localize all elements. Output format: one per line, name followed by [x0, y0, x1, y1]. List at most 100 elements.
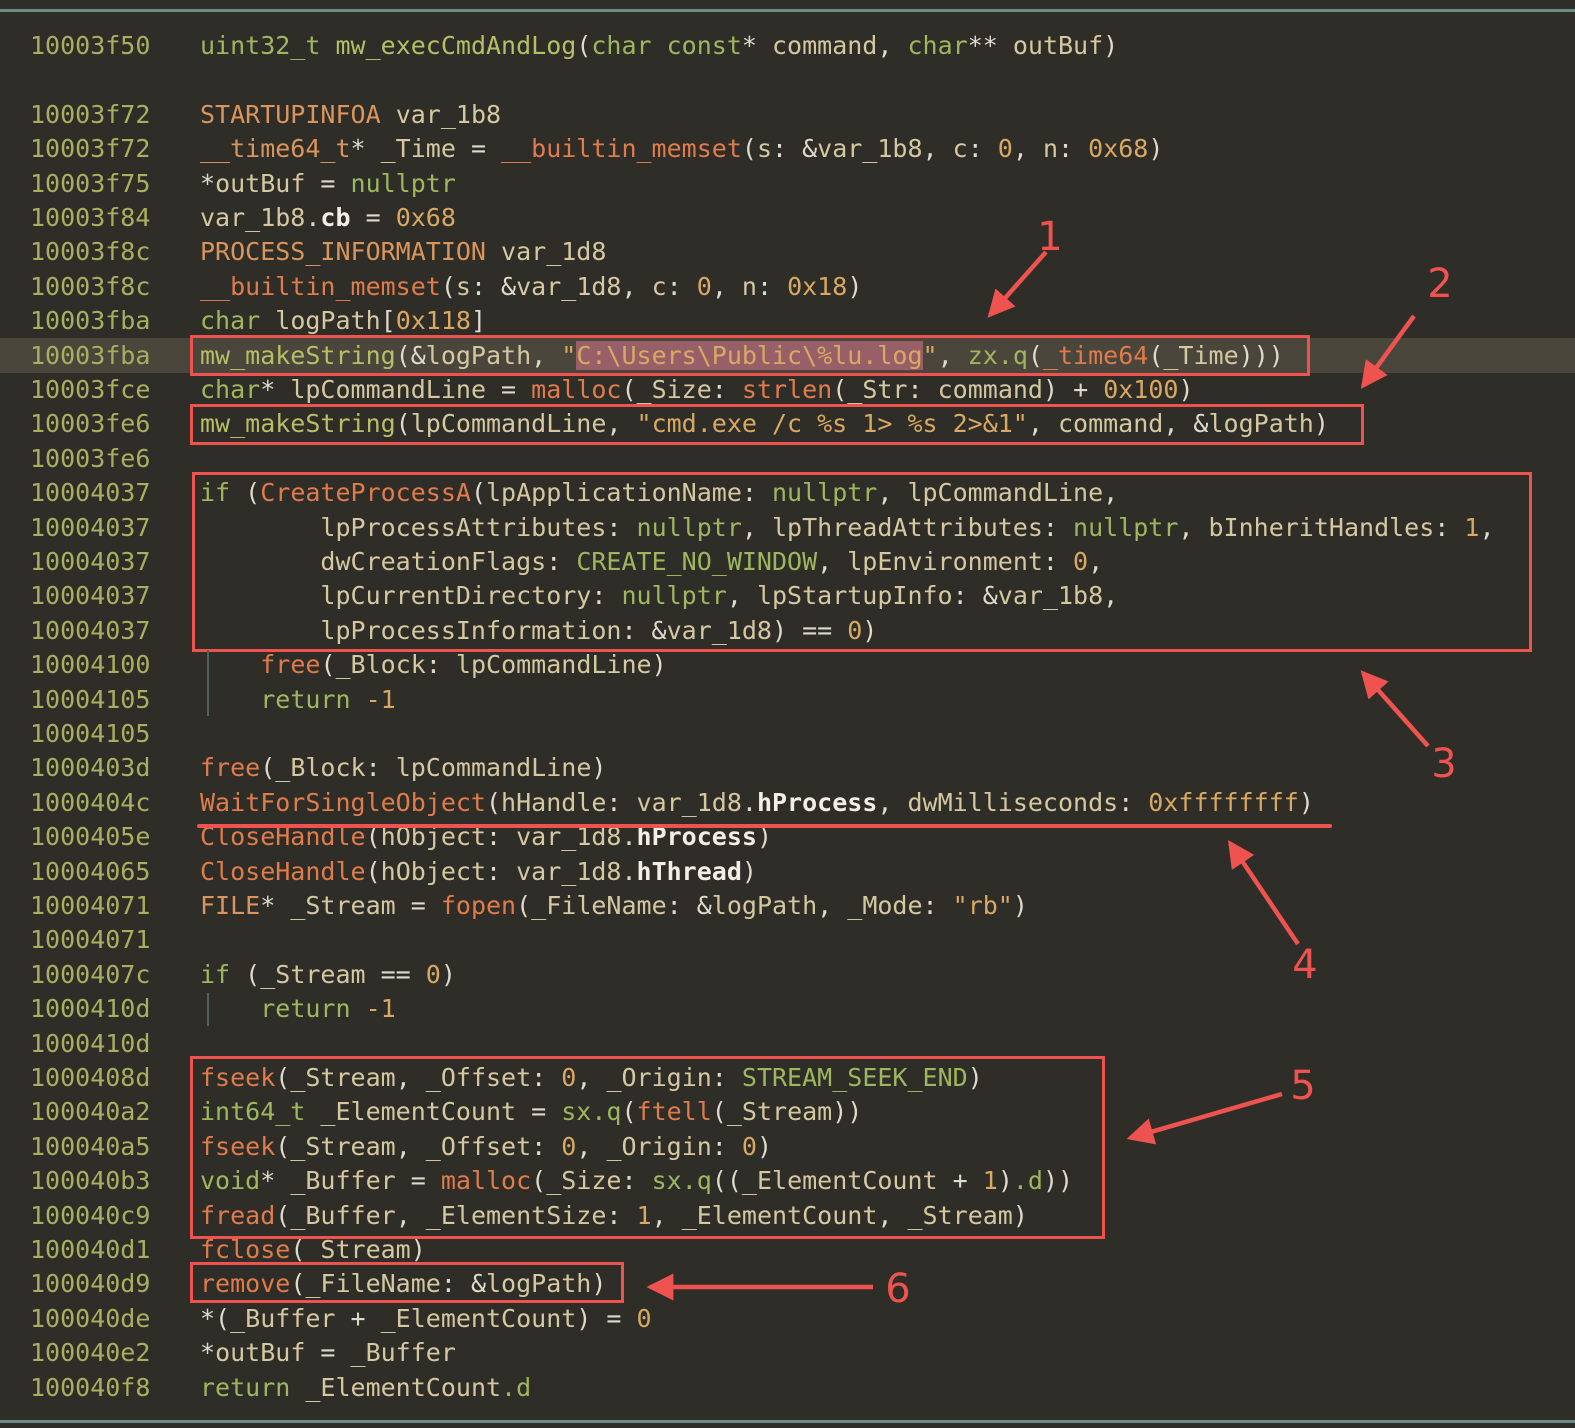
token-pn: : &: [667, 891, 712, 920]
token-num: 0x118: [396, 306, 471, 335]
token-mem: cb: [320, 203, 350, 232]
token-kw: return: [260, 685, 350, 714]
token-var: _Block: [275, 753, 365, 782]
code-line[interactable]: 10003fcechar* lpCommandLine = malloc(_Si…: [0, 372, 1575, 407]
annotation-box: [190, 404, 1364, 445]
code-line[interactable]: 10003fbachar logPath[0x118]: [0, 303, 1575, 338]
code-line[interactable]: 1000410d return -1: [0, 991, 1575, 1026]
token-num: 0: [637, 1304, 652, 1333]
address: 1000405e: [30, 819, 150, 854]
token-pn: :: [908, 375, 938, 404]
token-api: CloseHandle: [200, 857, 366, 886]
token-pn: : &: [772, 134, 817, 163]
token-pn: :: [366, 753, 396, 782]
token-pn: ): [591, 753, 606, 782]
token-var: var_1d8: [516, 857, 621, 886]
token-pn: *: [200, 169, 215, 198]
token-pn: =: [305, 1338, 350, 1367]
token-var: hObject: [381, 857, 486, 886]
address: 10004105: [30, 716, 150, 751]
code-line[interactable]: 100040de*(_Buffer + _ElementCount) = 0: [0, 1301, 1575, 1336]
code-line[interactable]: 10003f50 uint32_t mw_execCmdAndLog(char c…: [0, 28, 1575, 63]
token-fn: mw_execCmdAndLog: [335, 31, 576, 60]
code-text: uint32_t mw_execCmdAndLog(char const* co…: [200, 28, 1118, 63]
token-num: 0x100: [1103, 375, 1178, 404]
code-text: if (_Stream == 0): [200, 957, 456, 992]
address: 10004037: [30, 613, 150, 648]
code-line[interactable]: 10003f8c__builtin_memset(s: &var_1d8, c:…: [0, 269, 1575, 304]
code-line[interactable]: 10003f72__time64_t* _Time = __builtin_me…: [0, 131, 1575, 166]
token-pn: (: [320, 650, 335, 679]
token-pn: ]: [471, 306, 486, 335]
address: 1000410d: [30, 991, 150, 1026]
indent-guide: [207, 650, 209, 716]
code-line[interactable]: [0, 62, 1575, 97]
token-pn: ,: [923, 134, 953, 163]
token-kw: char: [200, 375, 260, 404]
code-text: free(_Block: lpCommandLine): [200, 647, 667, 682]
code-line[interactable]: 1000403dfree(_Block: lpCommandLine): [0, 750, 1575, 785]
code-line[interactable]: 100040e2 *outBuf = _Buffer: [0, 1335, 1575, 1370]
token-var: var_1b8: [200, 203, 305, 232]
token-num: 0x18: [787, 272, 847, 301]
code-line[interactable]: 10004065CloseHandle(hObject: var_1d8.hTh…: [0, 854, 1575, 889]
code-text: *outBuf = _Buffer: [200, 1335, 456, 1370]
token-pn: .: [742, 788, 757, 817]
token-pn: [260, 306, 275, 335]
token-var: command: [772, 31, 877, 60]
code-line[interactable]: 10003f72STARTUPINFOA var_1b8: [0, 97, 1575, 132]
token-mem: hProcess: [757, 788, 877, 817]
token-pn: [200, 650, 260, 679]
token-pn: :: [606, 788, 636, 817]
token-pn: :: [923, 891, 953, 920]
token-api: WaitForSingleObject: [200, 788, 486, 817]
token-pn: [486, 237, 501, 266]
token-pn: *: [260, 891, 290, 920]
token-var: dwMilliseconds: [907, 788, 1118, 817]
token-pn: [381, 100, 396, 129]
decompiler-window: 10003f50 uint32_t mw_execCmdAndLog(char c…: [0, 0, 1575, 1428]
token-pn: :: [968, 134, 998, 163]
token-pn: .: [305, 203, 320, 232]
address: 100040e2: [30, 1335, 150, 1370]
address: 10003fba: [30, 338, 150, 373]
code-text: FILE* _Stream = fopen(_FileName: &logPat…: [200, 888, 1028, 923]
code-line[interactable]: 10003f75*outBuf = nullptr: [0, 166, 1575, 201]
code-line[interactable]: 100040f8return _ElementCount.d: [0, 1370, 1575, 1405]
token-pn: ): [411, 1235, 426, 1264]
token-var: _Size: [637, 375, 712, 404]
token-pn: (: [621, 375, 636, 404]
token-var: _ElementCount: [381, 1304, 577, 1333]
code-line[interactable]: 10003f84var_1b8.cb = 0x68: [0, 200, 1575, 235]
token-pn: ,: [712, 272, 742, 301]
code-line[interactable]: 10004100 free(_Block: lpCommandLine): [0, 647, 1575, 682]
address: 10003f50: [30, 28, 150, 63]
code-line[interactable]: 1000404cWaitForSingleObject(hHandle: var…: [0, 785, 1575, 820]
token-var: n: [1043, 134, 1058, 163]
code-line[interactable]: 10003fe6: [0, 441, 1575, 476]
token-var: _Time: [381, 134, 456, 163]
code-line[interactable]: 10004071: [0, 922, 1575, 957]
token-pn: *: [260, 375, 290, 404]
token-pn: ): [652, 650, 667, 679]
code-text: STARTUPINFOA var_1b8: [200, 97, 501, 132]
token-var: c: [652, 272, 667, 301]
address: 10003f8c: [30, 234, 150, 269]
token-var: var_1b8: [396, 100, 501, 129]
code-line[interactable]: 10004105 return -1: [0, 682, 1575, 717]
code-line[interactable]: 10004105: [0, 716, 1575, 751]
token-num: 0: [998, 134, 1013, 163]
token-pn: (: [260, 753, 275, 782]
annotation-box: [190, 1262, 624, 1303]
token-pn: :: [667, 272, 697, 301]
token-num: 0x68: [1088, 134, 1148, 163]
code-line[interactable]: 10003f8cPROCESS_INFORMATION var_1d8: [0, 234, 1575, 269]
annotation-box: [192, 472, 1532, 652]
address: 100040d9: [30, 1266, 150, 1301]
code-line[interactable]: 1000407cif (_Stream == 0): [0, 957, 1575, 992]
token-pn: =: [396, 891, 441, 920]
code-text: var_1b8.cb = 0x68: [200, 200, 456, 235]
code-line[interactable]: 10004071FILE* _Stream = fopen(_FileName:…: [0, 888, 1575, 923]
token-pn: ): [1013, 891, 1028, 920]
token-pn: :: [1058, 134, 1088, 163]
